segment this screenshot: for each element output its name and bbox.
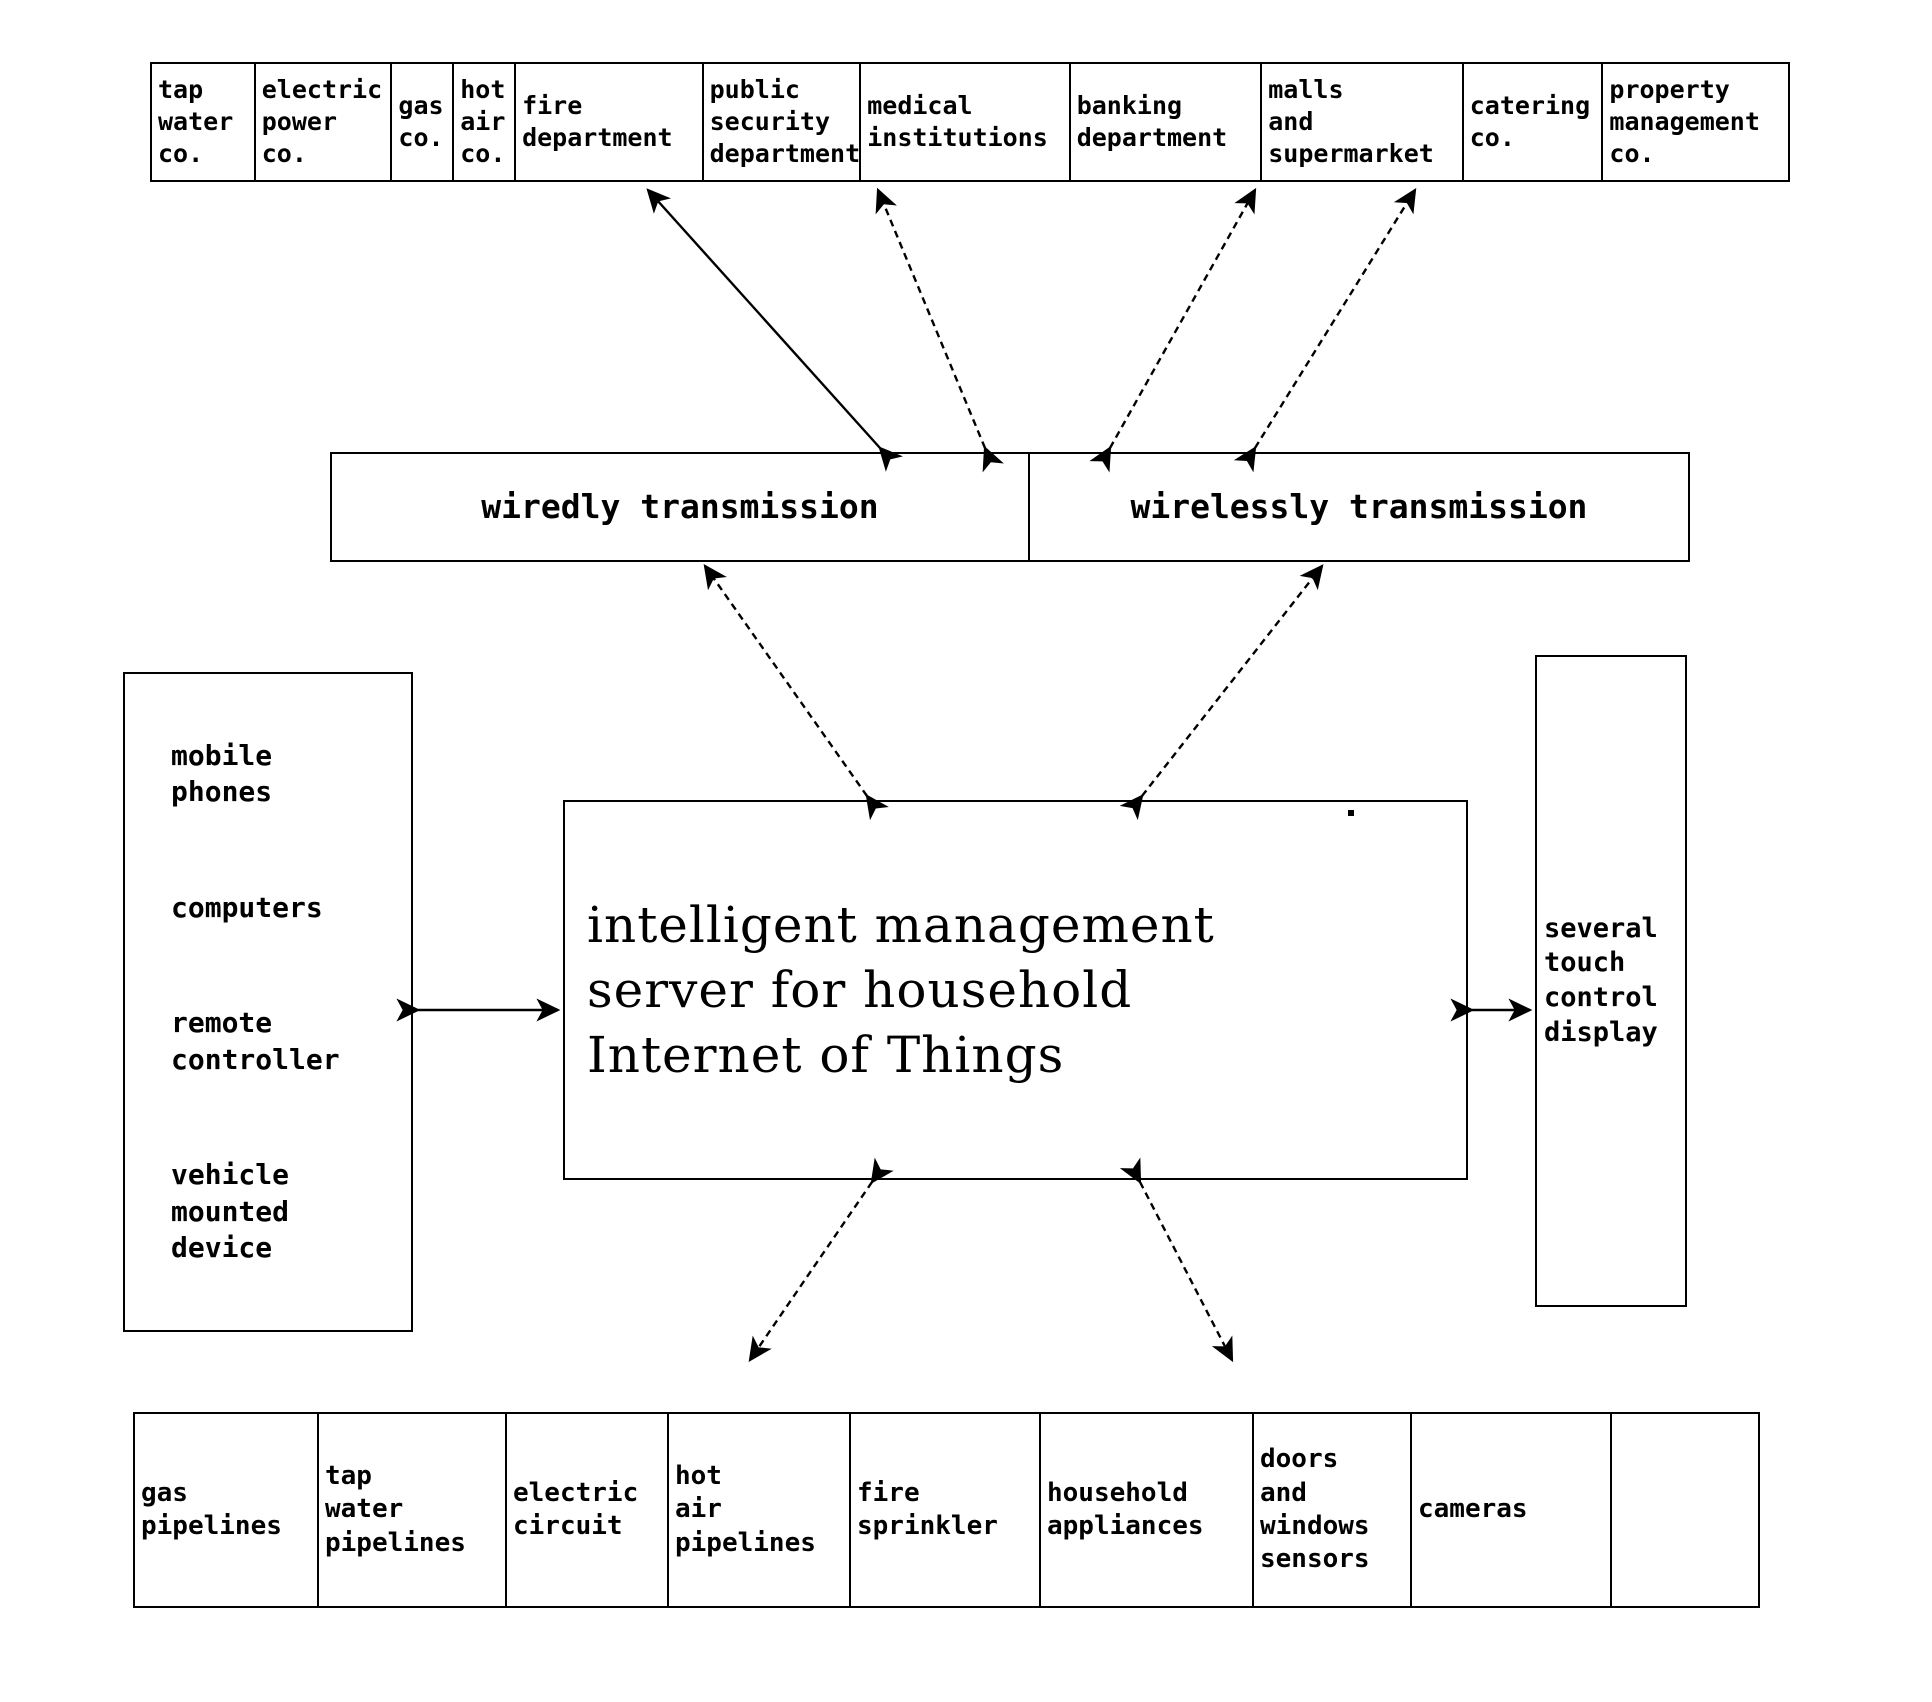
right-box-label: several touch control display — [1544, 912, 1658, 1048]
household-device-cell-1: tap water pipelines — [319, 1414, 507, 1606]
external-provider-cell-3: hot air co. — [454, 64, 517, 180]
arrow-server-to-wired-transmission — [703, 564, 889, 821]
arrow-wireless-to-banking-department — [1089, 187, 1257, 473]
external-provider-cell-10: property management co. — [1603, 64, 1788, 180]
household-device-cell-label: cameras — [1418, 1494, 1528, 1525]
household-device-cell-label: tap water pipelines — [325, 1461, 466, 1558]
external-provider-cell-label: medical institutions — [867, 91, 1048, 152]
top-row-external-providers: tap water co. electric power co. gas co. ho… — [150, 62, 1790, 182]
external-provider-cell-0: tap water co. — [152, 64, 256, 180]
user-terminal-item-0: mobile phones — [171, 738, 273, 808]
household-device-cell-label: fire sprinkler — [857, 1477, 998, 1541]
diagram-canvas: tap water co. electric power co. gas co. ho… — [0, 0, 1932, 1702]
household-device-cell-2: electric circuit — [507, 1414, 669, 1606]
external-provider-cell-7: banking department — [1071, 64, 1263, 180]
external-provider-cell-label: property management co. — [1609, 75, 1760, 168]
household-device-cell-8 — [1612, 1414, 1758, 1606]
external-provider-cell-label: public security department — [709, 75, 861, 168]
external-provider-cell-label: hot air co. — [460, 75, 506, 168]
household-device-cell-6: doors and windows sensors — [1254, 1414, 1412, 1606]
external-provider-cell-6: medical institutions — [861, 64, 1071, 180]
arrow-wired-to-public-security — [875, 187, 1004, 473]
household-device-cell-label: electric circuit — [513, 1477, 639, 1541]
household-device-cell-label: doors and windows sensors — [1260, 1444, 1370, 1575]
household-device-cell-0: gas pipelines — [135, 1414, 319, 1606]
central-server-box: intelligent management server for househ… — [563, 800, 1468, 1180]
arrow-wired-to-fire-department — [646, 188, 904, 472]
left-box-user-terminals: mobile phones computers remote controller v… — [123, 672, 413, 1332]
household-device-cell-label: household appliances — [1047, 1477, 1204, 1541]
transmission-cell-0: wiredly transmission — [332, 454, 1030, 560]
transmission-row: wiredly transmission wirelessly transmiss… — [330, 452, 1690, 562]
arrow-wireless-to-malls — [1233, 187, 1417, 473]
household-device-cell-4: fire sprinkler — [851, 1414, 1041, 1606]
external-provider-cell-4: fire department — [516, 64, 704, 180]
transmission-cell-label: wirelessly transmission — [1130, 486, 1588, 526]
external-provider-cell-label: tap water co. — [158, 75, 234, 168]
user-terminal-item-3: vehicle mounted device — [171, 1158, 290, 1264]
right-box-touch-display: several touch control display — [1535, 655, 1687, 1307]
external-provider-cell-5: public security department — [704, 64, 862, 180]
external-provider-cell-1: electric power co. — [256, 64, 393, 180]
bottom-row-household-devices: gas pipelines tap water pipelines electric… — [133, 1412, 1760, 1608]
external-provider-cell-9: catering co. — [1464, 64, 1604, 180]
transmission-cell-label: wiredly transmission — [481, 486, 879, 526]
external-provider-cell-label: catering co. — [1469, 91, 1591, 152]
household-device-cell-5: household appliances — [1041, 1414, 1254, 1606]
external-provider-cell-8: malls and supermarket — [1262, 64, 1464, 180]
arrow-server-to-household-left — [748, 1157, 894, 1362]
arrow-server-to-wireless-transmission — [1119, 564, 1324, 821]
arrow-server-to-household-right — [1119, 1157, 1234, 1363]
external-provider-cell-2: gas co. — [392, 64, 455, 180]
external-provider-cell-label: fire department — [522, 91, 673, 152]
household-device-cell-3: hot air pipelines — [669, 1414, 851, 1606]
external-provider-cell-label: malls and supermarket — [1268, 75, 1434, 168]
household-device-cell-label: gas pipelines — [141, 1477, 282, 1541]
external-provider-cell-label: banking department — [1076, 91, 1228, 152]
household-device-cell-7: cameras — [1412, 1414, 1612, 1606]
household-device-cell-label: hot air pipelines — [675, 1461, 816, 1558]
server-label: intelligent management server for househ… — [587, 895, 1215, 1084]
external-provider-cell-label: electric power co. — [261, 75, 383, 168]
user-terminal-item-1: computers — [171, 890, 323, 924]
user-terminal-item-2: remote controller — [171, 1006, 340, 1076]
transmission-cell-1: wirelessly transmission — [1030, 454, 1688, 560]
external-provider-cell-label: gas co. — [398, 91, 444, 152]
